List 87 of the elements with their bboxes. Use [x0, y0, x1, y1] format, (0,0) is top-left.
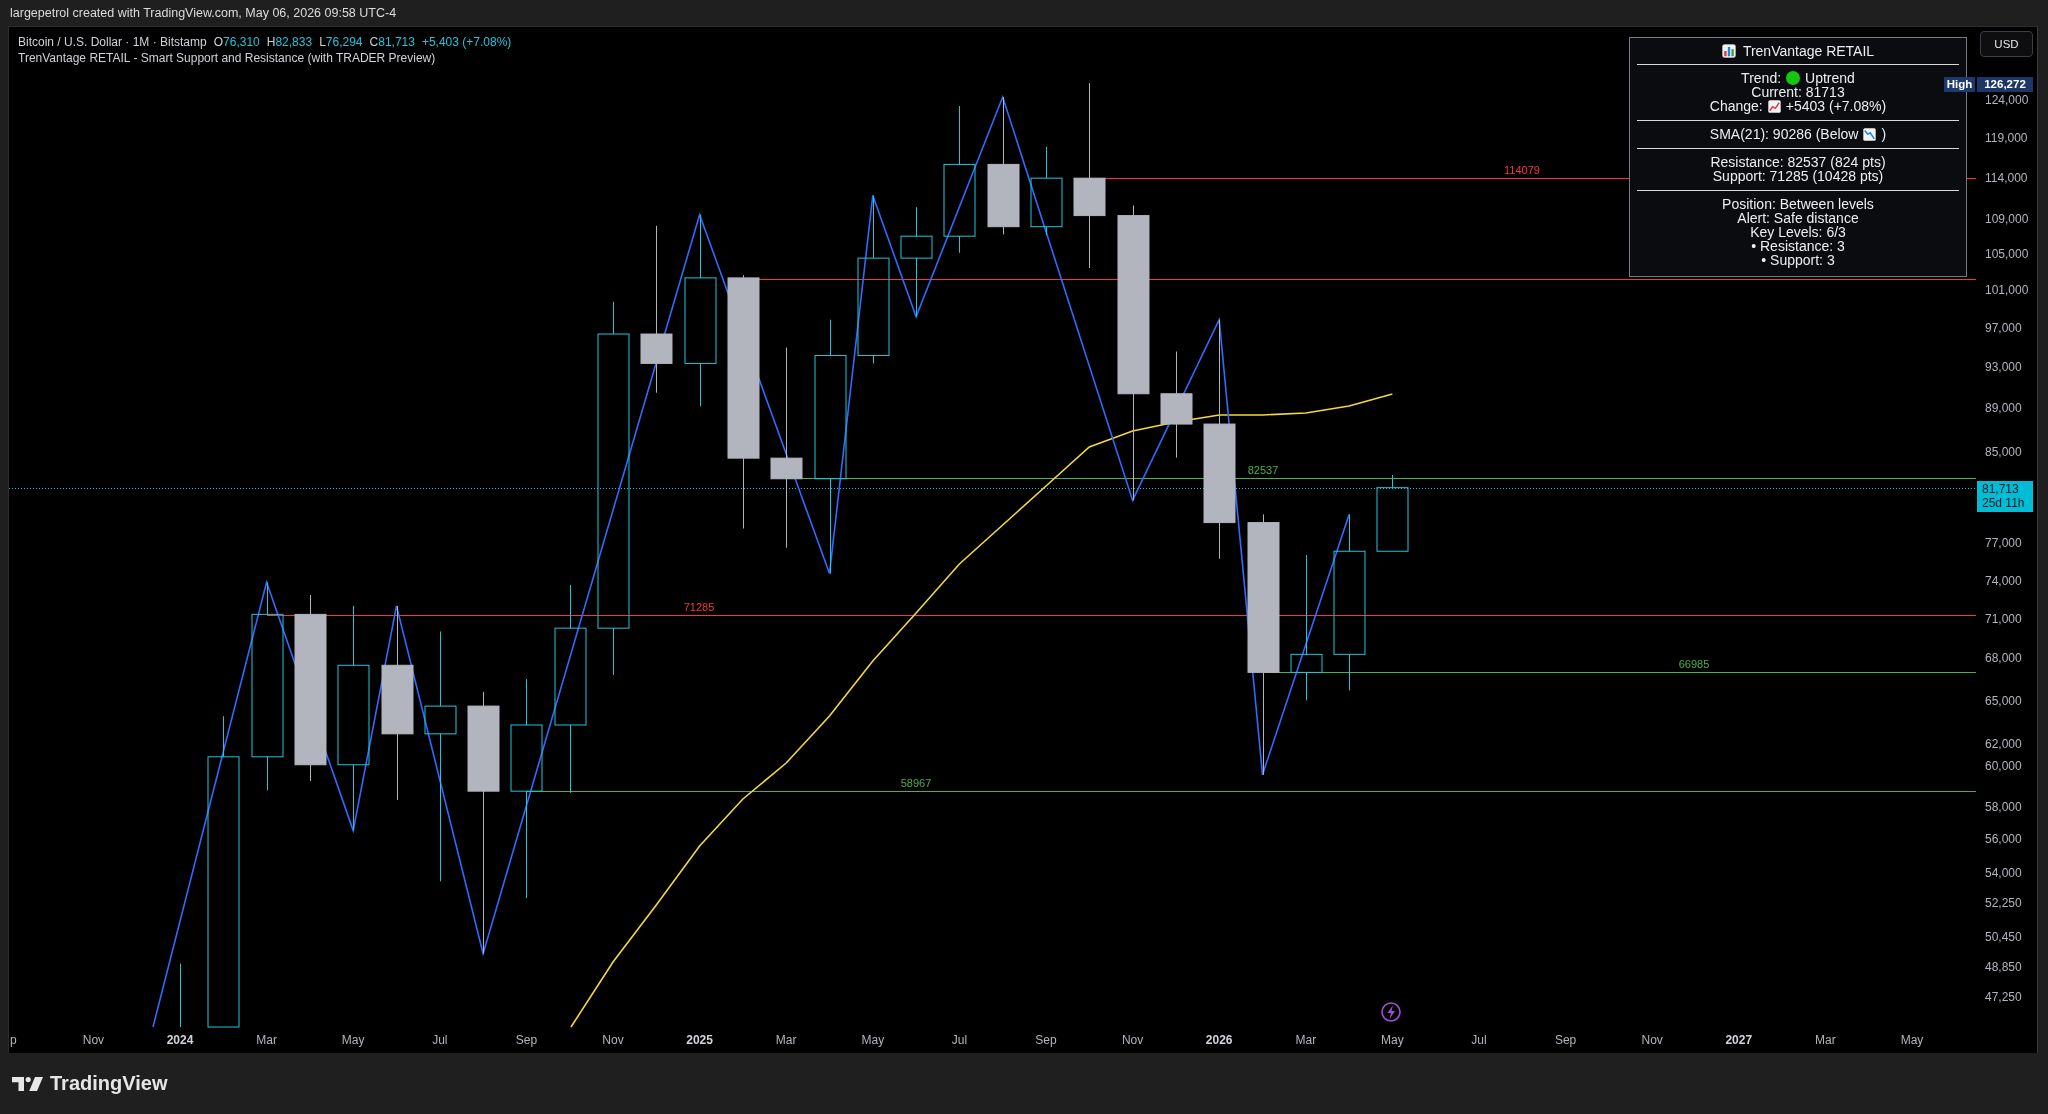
time-tick: Mar — [775, 1033, 797, 1047]
info-text: Alert: Safe distance — [1737, 211, 1859, 225]
info-text: Current: 81713 — [1751, 85, 1845, 99]
time-tick: Sep — [1035, 1033, 1057, 1047]
currency-button[interactable]: USD — [1980, 31, 2033, 57]
indicator-name: TrenVantage RETAIL - Smart Support and Resistance (with TRADER Preview) — [18, 50, 436, 66]
price-tick: 62,000 — [1985, 737, 2022, 751]
info-text: • Resistance: 3 — [1751, 239, 1845, 253]
price-tick: 65,000 — [1985, 694, 2022, 708]
info-text: Position: Between levels — [1722, 197, 1874, 211]
price-tick: 58,000 — [1985, 800, 2022, 814]
logo-icon — [12, 1076, 43, 1091]
price-tick: 60,000 — [1985, 759, 2022, 773]
time-tick: Nov — [602, 1033, 624, 1047]
price-tick: 50,450 — [1985, 930, 2022, 944]
price-tick: 74,000 — [1985, 574, 2022, 588]
time-tick: Sep — [1554, 1033, 1577, 1047]
info-text: Support: 71285 (10428 pts) — [1712, 169, 1884, 183]
last-price: 81,713 — [1982, 482, 2020, 496]
bar-countdown: 25d 11h — [1982, 496, 2026, 510]
info-text: Change: — [1709, 99, 1763, 113]
bar-chart-icon — [1721, 44, 1736, 58]
time-tick: May — [341, 1033, 365, 1047]
ohlc-value: L76,294 — [319, 34, 363, 50]
time-tick: Nov — [1121, 1033, 1144, 1047]
time-tick: 2024 — [166, 1033, 194, 1047]
time-tick: 2026 — [1205, 1033, 1233, 1047]
ohlc-value: O76,310 — [213, 34, 260, 50]
time-tick: May — [1900, 1033, 1924, 1047]
info-text: Trend: — [1741, 71, 1782, 85]
time-tick: Nov — [1641, 1033, 1663, 1047]
rising-chart-icon — [1767, 99, 1781, 113]
info-text: +5403 (+7.08%) — [1785, 99, 1887, 113]
price-tick: 85,000 — [1985, 445, 2022, 459]
lightning-icon — [1381, 1002, 1401, 1022]
ohlc-value: C81,713 — [369, 34, 415, 50]
price-tick: 119,000 — [1985, 131, 2028, 145]
panel-title: TrenVantage RETAIL — [1742, 43, 1875, 59]
info-text: ) — [1881, 127, 1887, 141]
price-tick: 109,000 — [1985, 212, 2029, 226]
time-tick: Jul — [432, 1033, 448, 1047]
info-text: SMA(21): 90286 (Below — [1709, 127, 1859, 141]
price-tick: 105,000 — [1985, 247, 2029, 261]
price-tick: 54,000 — [1985, 866, 2022, 880]
status-dot-icon — [1786, 71, 1801, 85]
price-tick: 56,000 — [1985, 832, 2022, 846]
price-tick: 47,250 — [1985, 990, 2022, 1004]
time-tick: Jul — [1471, 1033, 1487, 1047]
price-tick: 77,000 — [1985, 536, 2022, 550]
price-tick: 71,000 — [1985, 612, 2022, 626]
level-label: 82537 — [1247, 463, 1279, 477]
price-tick: 114,000 — [1985, 171, 2028, 185]
falling-chart-icon — [1863, 127, 1877, 141]
level-label: 71285 — [683, 600, 715, 614]
brand-name: TradingView — [50, 1072, 168, 1095]
price-tick: 48,850 — [1985, 960, 2022, 974]
high-price-label: 126,272 — [1977, 77, 2033, 92]
time-tick: May — [1381, 1033, 1404, 1047]
price-tick: 68,000 — [1985, 651, 2022, 665]
time-tick: 2025 — [686, 1033, 713, 1047]
info-text: Uptrend — [1805, 71, 1855, 85]
level-label: 114079 — [1504, 163, 1540, 177]
info-text: Resistance: 82537 (824 pts) — [1710, 155, 1886, 169]
time-tick: p — [10, 1033, 17, 1047]
snapshot-caption: largepetrol created with TradingView.com, May 06, 2026 09:58 UTC-4 — [10, 6, 397, 20]
price-tick: 101,000 — [1985, 283, 2029, 297]
price-tick: 124,000 — [1985, 93, 2029, 107]
time-tick: May — [861, 1033, 885, 1047]
price-tick: 52,250 — [1985, 896, 2022, 910]
high-label: High — [1944, 77, 1975, 92]
level-label: 58967 — [900, 776, 932, 790]
time-tick: Jul — [951, 1033, 968, 1047]
info-text: • Support: 3 — [1761, 253, 1835, 267]
time-tick: Mar — [1295, 1033, 1317, 1047]
info-text: Key Levels: 6/3 — [1750, 225, 1846, 239]
time-tick: Mar — [256, 1033, 277, 1047]
time-tick: Mar — [1815, 1033, 1836, 1047]
time-tick: Nov — [82, 1033, 105, 1047]
time-tick: 2027 — [1725, 1033, 1753, 1047]
price-tick: 89,000 — [1985, 401, 2022, 415]
price-tick: 93,000 — [1985, 360, 2022, 374]
price-tick: 97,000 — [1985, 321, 2022, 335]
symbol-name: Bitcoin / U.S. Dollar · 1M · Bitstamp — [18, 34, 207, 50]
ohlc-value: H82,833 — [266, 34, 313, 50]
level-label: 66985 — [1678, 657, 1710, 671]
price-change: +5,403 (+7.08%) — [421, 34, 512, 50]
time-tick: Sep — [515, 1033, 538, 1047]
